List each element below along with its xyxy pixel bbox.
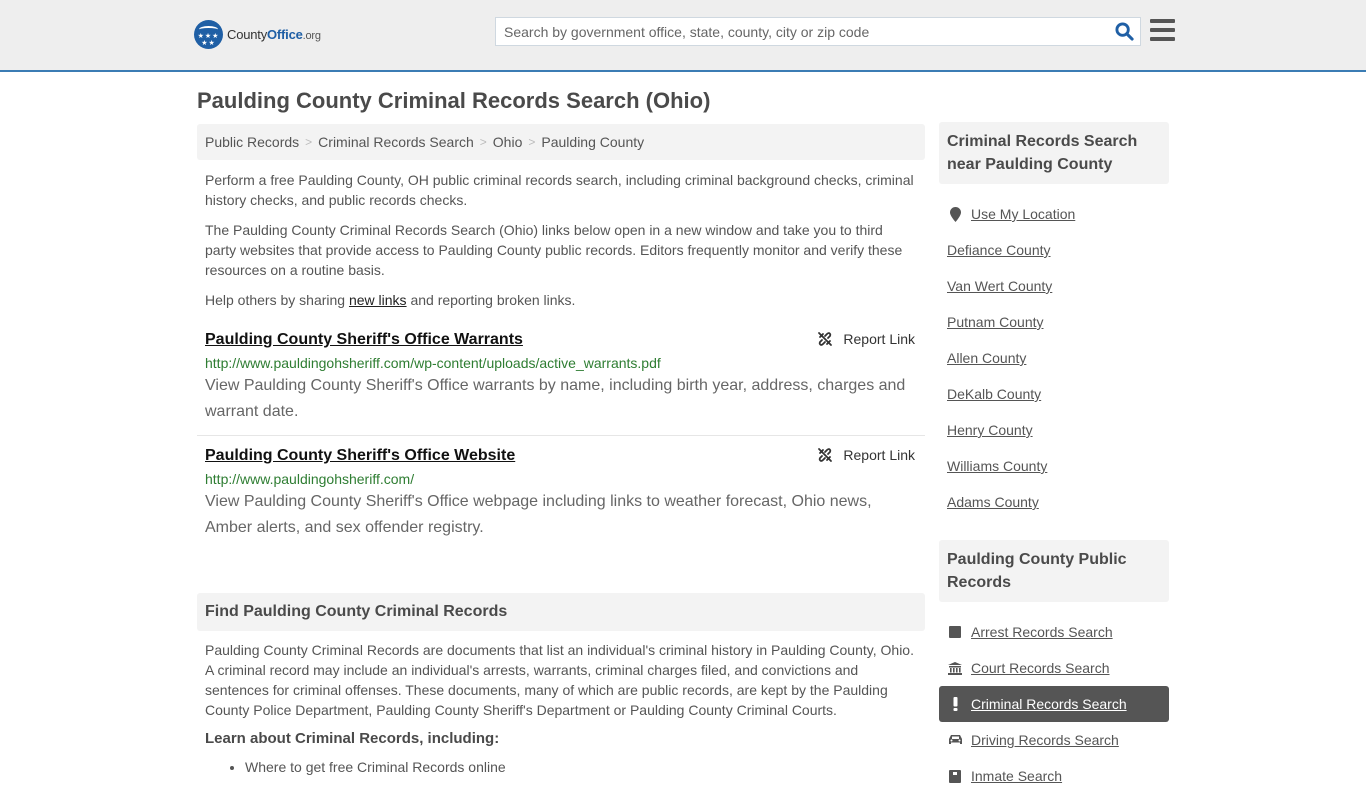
report-link-label: Report Link bbox=[843, 447, 915, 463]
breadcrumb-ohio[interactable]: Ohio bbox=[493, 134, 523, 150]
sidebar-item-criminal-records[interactable]: Criminal Records Search bbox=[939, 686, 1169, 722]
nearby-county-item[interactable]: Van Wert County bbox=[939, 268, 1169, 304]
nearby-county-item[interactable]: Allen County bbox=[939, 340, 1169, 376]
resource-link-description: View Paulding County Sheriff's Office we… bbox=[205, 493, 872, 536]
resource-link-url[interactable]: http://www.pauldingohsheriff.com/ bbox=[205, 469, 917, 489]
search-input[interactable] bbox=[496, 18, 1108, 45]
sidebar-link[interactable]: Arrest Records Search bbox=[971, 624, 1113, 640]
breadcrumb-criminal-records-search[interactable]: Criminal Records Search bbox=[318, 134, 474, 150]
intro-paragraph: Perform a free Paulding County, OH publi… bbox=[205, 172, 914, 208]
public-records-list: Arrest Records Search Court Records Sear… bbox=[939, 614, 1169, 794]
report-link-button[interactable]: Report Link bbox=[817, 447, 915, 463]
nearby-county-item[interactable]: Putnam County bbox=[939, 304, 1169, 340]
nearby-county-link[interactable]: Williams County bbox=[947, 458, 1047, 474]
resource-link-title[interactable]: Paulding County Sheriff's Office Warrant… bbox=[205, 330, 523, 350]
nearby-county-item[interactable]: Henry County bbox=[939, 412, 1169, 448]
sidebar-item-inmate-search[interactable]: Inmate Search bbox=[939, 758, 1169, 794]
nearby-county-item[interactable]: DeKalb County bbox=[939, 376, 1169, 412]
nearby-county-item[interactable]: Williams County bbox=[939, 448, 1169, 484]
breadcrumb: Public Records > Criminal Records Search… bbox=[197, 124, 925, 160]
nearby-county-link[interactable]: DeKalb County bbox=[947, 386, 1041, 402]
square-icon bbox=[947, 626, 963, 638]
resource-link-item: Paulding County Sheriff's Office Warrant… bbox=[197, 320, 925, 436]
search-button[interactable] bbox=[1108, 18, 1140, 45]
breadcrumb-separator: > bbox=[305, 135, 313, 149]
nearby-heading: Criminal Records Search near Paulding Co… bbox=[939, 122, 1169, 184]
sidebar-item-arrest-records[interactable]: Arrest Records Search bbox=[939, 614, 1169, 650]
nearby-county-link[interactable]: Defiance County bbox=[947, 242, 1051, 258]
nearby-county-link[interactable]: Henry County bbox=[947, 422, 1033, 438]
nearby-county-item[interactable]: Adams County bbox=[939, 484, 1169, 520]
search-box bbox=[495, 17, 1141, 46]
search-icon bbox=[1114, 22, 1134, 41]
car-icon bbox=[947, 734, 963, 746]
public-records-heading: Paulding County Public Records bbox=[939, 540, 1169, 602]
report-link-button[interactable]: Report Link bbox=[817, 331, 915, 347]
resource-link-title[interactable]: Paulding County Sheriff's Office Website bbox=[205, 446, 515, 466]
find-records-heading: Find Paulding County Criminal Records bbox=[197, 593, 925, 631]
sidebar-item-court-records[interactable]: Court Records Search bbox=[939, 650, 1169, 686]
nearby-county-link[interactable]: Allen County bbox=[947, 350, 1026, 366]
inmate-icon bbox=[947, 769, 963, 783]
sidebar-link[interactable]: Criminal Records Search bbox=[971, 696, 1127, 712]
top-header: ★★★ ★★ CountyOffice.org bbox=[0, 0, 1366, 72]
breadcrumb-public-records[interactable]: Public Records bbox=[205, 134, 299, 150]
exclamation-icon bbox=[947, 697, 963, 711]
hamburger-menu-icon[interactable] bbox=[1150, 19, 1175, 42]
find-records-paragraph: Paulding County Criminal Records are doc… bbox=[205, 642, 914, 718]
sidebar: Criminal Records Search near Paulding Co… bbox=[939, 122, 1169, 794]
report-link-label: Report Link bbox=[843, 331, 915, 347]
use-my-location-item[interactable]: Use My Location bbox=[939, 196, 1169, 232]
broken-link-icon bbox=[818, 448, 833, 462]
eagle-logo-icon: ★★★ ★★ bbox=[194, 20, 223, 49]
sidebar-link[interactable]: Inmate Search bbox=[971, 768, 1062, 784]
share-paragraph: Help others by sharing new links and rep… bbox=[205, 292, 576, 308]
sidebar-link[interactable]: Court Records Search bbox=[971, 660, 1110, 676]
main-content: Public Records > Criminal Records Search… bbox=[197, 124, 925, 777]
courthouse-icon bbox=[947, 661, 963, 675]
intro-text: Perform a free Paulding County, OH publi… bbox=[197, 160, 925, 310]
learn-about-list: Where to get free Criminal Records onlin… bbox=[205, 757, 917, 777]
use-my-location-link[interactable]: Use My Location bbox=[971, 206, 1075, 222]
breadcrumb-separator: > bbox=[479, 135, 487, 149]
new-links-link[interactable]: new links bbox=[349, 292, 407, 308]
resource-link-url[interactable]: http://www.pauldingohsheriff.com/wp-cont… bbox=[205, 353, 917, 373]
broken-link-icon bbox=[818, 332, 833, 346]
find-records-body: Paulding County Criminal Records are doc… bbox=[197, 631, 925, 777]
breadcrumb-separator: > bbox=[528, 135, 536, 149]
sidebar-item-driving-records[interactable]: Driving Records Search bbox=[939, 722, 1169, 758]
nearby-county-link[interactable]: Adams County bbox=[947, 494, 1039, 510]
nearby-county-item[interactable]: Defiance County bbox=[939, 232, 1169, 268]
nearby-county-link[interactable]: Putnam County bbox=[947, 314, 1044, 330]
site-logo[interactable]: ★★★ ★★ CountyOffice.org bbox=[194, 20, 321, 49]
map-marker-icon bbox=[947, 206, 963, 222]
breadcrumb-paulding-county[interactable]: Paulding County bbox=[541, 134, 644, 150]
page-title: Paulding County Criminal Records Search … bbox=[197, 88, 711, 113]
resource-link-description: View Paulding County Sheriff's Office wa… bbox=[205, 377, 906, 420]
logo-text: CountyOffice.org bbox=[227, 27, 321, 42]
resource-link-item: Paulding County Sheriff's Office Website… bbox=[197, 436, 925, 551]
intro-paragraph: The Paulding County Criminal Records Sea… bbox=[205, 222, 903, 278]
learn-about-heading: Learn about Criminal Records, including: bbox=[205, 730, 500, 747]
nearby-county-list: Use My Location Defiance County Van Wert… bbox=[939, 196, 1169, 520]
nearby-county-link[interactable]: Van Wert County bbox=[947, 278, 1052, 294]
learn-about-item: Where to get free Criminal Records onlin… bbox=[245, 757, 917, 777]
sidebar-link[interactable]: Driving Records Search bbox=[971, 732, 1119, 748]
